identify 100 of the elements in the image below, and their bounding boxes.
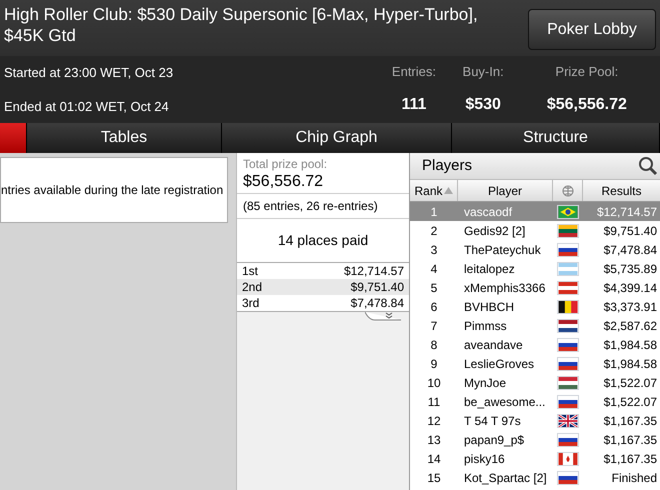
player-row[interactable]: 14 pisky16 $1,167.35 [410,449,660,468]
player-name: Kot_Spartac [2] [463,470,548,486]
flag-icon [557,414,579,428]
player-row[interactable]: 15 Kot_Spartac [2] Finished [410,468,660,487]
column-header[interactable]: Rank [410,180,458,201]
stat-value: $530 [465,95,501,116]
rank-cell-text: 7 [430,318,438,334]
player-row[interactable]: 8 aveandave $1,984.58 [410,335,660,354]
payout-amount: $12,714.57 [344,263,404,280]
player-row[interactable]: 11 be_awesome... $1,522.07 [410,392,660,411]
start-time: Started at 23:00 WET, Oct 23 [4,64,174,82]
rank-cell-text: 6 [430,298,438,316]
stat-label: Prize Pool: [555,62,618,81]
player-row[interactable]: 13 papan9_p$ $1,167.35 [410,430,660,449]
player-name: xMemphis3366 [463,280,546,296]
player-name: LeslieGroves [463,356,536,372]
flag-icon [557,452,579,466]
rank-cell-text: 5 [430,280,438,296]
total-prize-label: Total prize pool: [243,156,328,173]
search-icon[interactable] [638,156,658,176]
end-time: Ended at 01:02 WET, Oct 24 [4,98,170,116]
rank-cell-text: 13 [426,432,442,448]
rank-cell-text: 3 [430,242,438,258]
player-row[interactable]: 4 leitalopez $5,735.89 [410,259,660,278]
info-text: ntries available during the late registration [1,182,224,199]
result-cell-text: $5,735.89 [602,260,658,278]
rank-cell-text: 15 [426,470,442,486]
tab[interactable]: Tables [27,123,222,153]
rank-cell-text: 4 [430,260,438,278]
poker-lobby-button[interactable]: Poker Lobby [528,9,656,50]
player-name: ThePateychuk [463,242,542,258]
player-row[interactable]: 9 LeslieGroves $1,984.58 [410,354,660,373]
rank-cell-text: 9 [430,356,438,372]
expand-icon[interactable] [365,312,401,321]
stat-value: $56,556.72 [546,95,627,116]
flag-icon [557,300,579,314]
players-title: Players [422,156,472,176]
flag-icon [557,318,579,332]
rank-cell-text: 10 [426,374,442,392]
player-row[interactable]: 6 BVHBCH $3,373.91 [410,297,660,316]
player-row[interactable]: 5 xMemphis3366 $4,399.14 [410,278,660,297]
player-row[interactable]: 2 Gedis92 [2] $9,751.40 [410,221,660,240]
entries-text: (85 entries, 26 re-entries) [243,199,378,213]
flag-icon [557,204,579,218]
payout-amount: $7,478.84 [350,295,404,312]
flag-icon [557,224,579,238]
payout-place: 1st [242,263,258,280]
column-header[interactable]: Player [458,180,553,201]
player-row[interactable]: 10 MynJoe $1,522.07 [410,373,660,392]
result-cell-text: $3,373.91 [602,298,658,316]
tab[interactable]: Chip Graph [222,123,452,153]
result-cell-text: $9,751.40 [602,222,658,240]
result-cell-text: $1,167.35 [602,450,658,468]
rank-cell-text: 11 [426,394,442,410]
result-cell-text: $1,984.58 [602,336,658,354]
result-cell-text: $7,478.84 [602,242,658,258]
flag-icon [557,262,579,276]
payout-amount: $9,751.40 [350,279,404,296]
result-cell-text: $1,522.07 [602,374,658,392]
player-row[interactable]: 12 T 54 T 97s $1,167.35 [410,411,660,430]
places-paid: 14 places paid [278,231,368,250]
flag-icon [557,394,579,408]
result-cell-text: $1,167.35 [602,412,658,430]
player-name: leitalopez [463,260,516,278]
player-name: Gedis92 [2] [463,222,526,240]
sort-icon [444,187,452,194]
result-cell-text: $4,399.14 [602,280,658,296]
flag-icon [557,432,579,446]
result-cell-text: $1,522.07 [602,394,658,410]
total-prize-value: $56,556.72 [243,173,324,191]
flag-icon [557,242,579,256]
player-name: aveandave [463,336,524,354]
result-cell-text: Finished [610,470,658,486]
result-cell-text: $12,714.57 [596,204,658,220]
tournament-title: High Roller Club: $530 Daily Supersonic [6-Max, Hyper-Turbo], $45K Gtd [4,4,479,46]
player-name: T 54 T 97s [463,412,522,430]
globe-icon[interactable] [562,184,574,196]
result-cell-text: $1,984.58 [602,356,658,372]
result-cell-text: $2,587.62 [602,318,658,334]
rank-cell-text: 8 [430,336,438,354]
tab[interactable] [0,123,27,153]
player-name: pisky16 [463,450,506,468]
rank-cell-text: 12 [426,412,442,430]
stat-label: Buy-In: [462,62,504,81]
player-row[interactable]: 3 ThePateychuk $7,478.84 [410,240,660,259]
flag-icon [557,356,579,370]
column-header[interactable]: Results [583,180,660,201]
tab[interactable]: Structure [452,123,660,153]
flag-icon [557,338,579,352]
player-name: MynJoe [463,374,508,392]
player-name: BVHBCH [463,298,516,316]
player-name: be_awesome... [463,394,546,410]
flag-icon [557,470,579,484]
rank-cell-text: 2 [430,222,438,240]
player-name: Pimmss [463,318,508,334]
player-row[interactable]: 7 Pimmss $2,587.62 [410,316,660,335]
player-name: papan9_p$ [463,432,526,448]
stat-label: Entries: [392,62,436,81]
rank-cell-text: 1 [430,204,438,220]
flag-icon [557,376,579,390]
